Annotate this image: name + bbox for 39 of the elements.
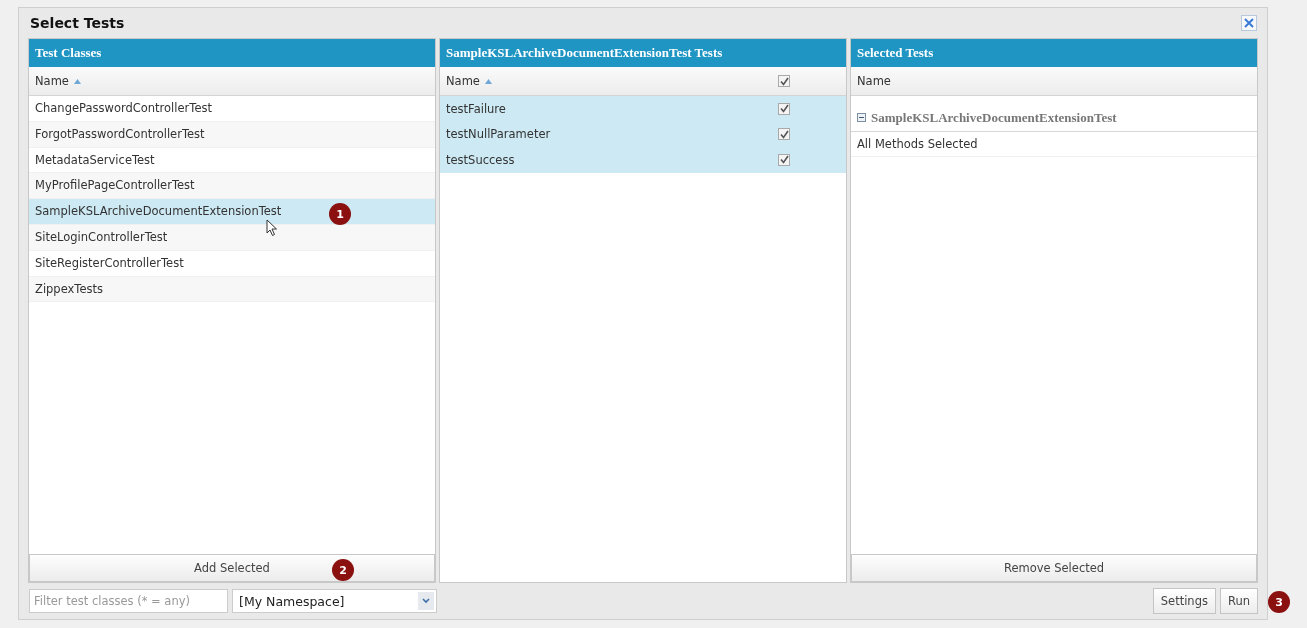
- method-name: testSuccess: [446, 152, 515, 167]
- class-row[interactable]: SiteRegisterControllerTest: [29, 250, 435, 277]
- callout-badge: 3: [1268, 591, 1290, 613]
- select-all-checkbox[interactable]: [778, 75, 790, 87]
- class-row[interactable]: ChangePasswordControllerTest: [29, 96, 435, 122]
- window-title: Select Tests: [29, 15, 125, 31]
- method-checkbox[interactable]: [778, 102, 790, 115]
- class-row[interactable]: ZippexTests: [29, 276, 435, 303]
- group-name: SampleKSLArchiveDocumentExtensionTest: [871, 109, 1117, 126]
- method-checkbox[interactable]: [778, 153, 790, 166]
- class-row[interactable]: SiteLoginControllerTest: [29, 225, 435, 251]
- panel-header: Selected Tests: [851, 39, 1257, 67]
- group-summary: All Methods Selected: [851, 132, 1257, 157]
- column-header[interactable]: Name: [440, 67, 846, 96]
- close-button[interactable]: [1241, 15, 1257, 31]
- pointer-cursor-icon: [266, 219, 278, 237]
- method-row[interactable]: testFailure: [440, 96, 846, 122]
- collapse-icon[interactable]: [857, 113, 866, 122]
- sort-up-icon: [73, 78, 81, 84]
- method-row[interactable]: testNullParameter: [440, 121, 846, 147]
- column-header[interactable]: Name: [851, 67, 1257, 96]
- sort-up-icon: [484, 78, 492, 84]
- panel-header: Test Classes: [29, 39, 435, 67]
- filter-field[interactable]: Filter test classes (* = any): [29, 589, 228, 613]
- toolbar-button[interactable]: Run: [1219, 588, 1258, 614]
- method-checkbox[interactable]: [778, 128, 790, 141]
- close-icon: [1244, 18, 1254, 28]
- column-header[interactable]: Name: [29, 67, 435, 96]
- method-row[interactable]: testSuccess: [440, 147, 846, 173]
- remove-selected-button[interactable]: Remove Selected: [851, 554, 1257, 582]
- method-name: testFailure: [446, 101, 506, 116]
- dropdown-caret-icon: [418, 592, 434, 610]
- group-row[interactable]: SampleKSLArchiveDocumentExtensionTest: [851, 104, 1257, 132]
- toolbar-button[interactable]: Settings: [1152, 588, 1216, 614]
- method-name: testNullParameter: [446, 127, 551, 142]
- namespace-dropdown[interactable]: [My Namespace]: [232, 589, 437, 613]
- class-row[interactable]: MyProfilePageControllerTest: [29, 173, 435, 200]
- class-row[interactable]: ForgotPasswordControllerTest: [29, 121, 435, 148]
- panel-header: SampleKSLArchiveDocumentExtensionTest Tests: [440, 39, 846, 67]
